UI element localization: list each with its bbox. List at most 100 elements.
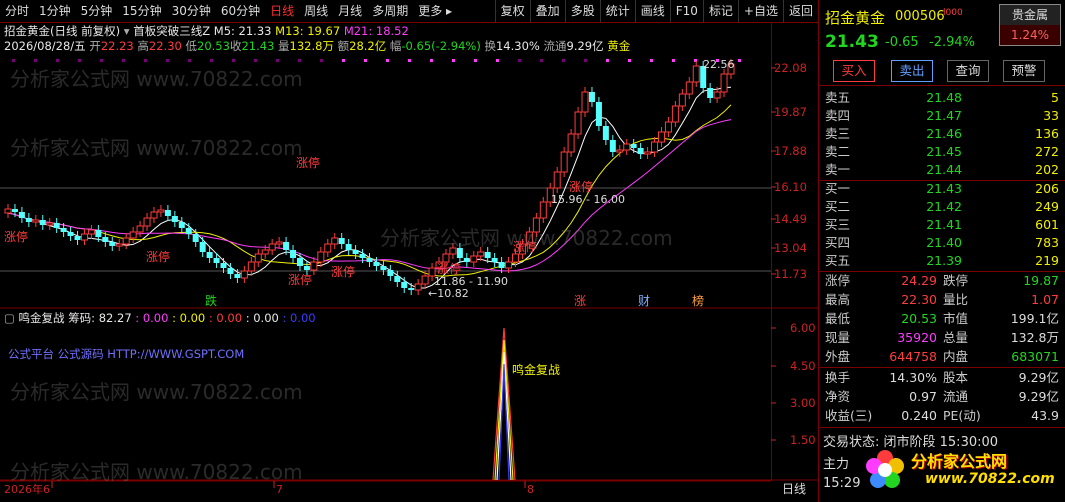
orderbook-row[interactable]: 买四 21.40 783 xyxy=(819,233,1059,252)
tab-1min[interactable]: 1分钟 xyxy=(34,0,76,22)
f10-button[interactable]: F10 xyxy=(669,0,703,22)
zhangting-label: 涨停 xyxy=(513,239,537,254)
candle-body xyxy=(421,275,429,285)
main-force-label[interactable]: 主力 xyxy=(823,453,849,472)
chart-area[interactable]: 22.56 15.96 - 16.00 11.86 - 11.90 ←10.82… xyxy=(0,22,818,502)
candle-body xyxy=(678,93,686,107)
candle-body xyxy=(157,209,165,213)
tab-30min[interactable]: 30分钟 xyxy=(167,0,216,22)
level-label: 卖三 xyxy=(825,126,851,141)
buy-button[interactable]: 买入 xyxy=(833,60,875,82)
candle-body xyxy=(623,143,631,151)
overlay-button[interactable]: 叠加 xyxy=(529,0,565,22)
tab-multi-period[interactable]: 多周期 xyxy=(367,0,413,22)
query-button[interactable]: 查询 xyxy=(947,60,989,82)
orderbook-row[interactable]: 卖四 21.47 33 xyxy=(819,106,1059,125)
orderbook-row[interactable]: 买一 21.43 206 xyxy=(819,179,1059,198)
event-mark-die[interactable]: 跌 xyxy=(205,293,217,308)
sell-button[interactable]: 卖出 xyxy=(891,60,933,82)
dot-marker xyxy=(540,59,543,62)
candle-body xyxy=(581,91,589,113)
tab-monthly[interactable]: 月线 xyxy=(333,0,367,22)
orderbook-row[interactable]: 卖三 21.46 136 xyxy=(819,124,1059,143)
candle-body xyxy=(192,234,199,242)
tab-60min[interactable]: 60分钟 xyxy=(216,0,265,22)
candle-body xyxy=(206,252,213,258)
fuquan-button[interactable]: 复权 xyxy=(494,0,530,22)
orderbook-row[interactable]: 买三 21.41 601 xyxy=(819,215,1059,234)
orderbook-row[interactable]: 买二 21.42 249 xyxy=(819,197,1059,216)
tab-5min[interactable]: 5分钟 xyxy=(76,0,118,22)
stat-label: 收益(三) xyxy=(825,408,873,423)
tab-fenshi[interactable]: 分时 xyxy=(0,0,34,22)
period-label[interactable]: 日线 xyxy=(782,482,806,496)
event-mark-bang[interactable]: 榜 xyxy=(692,293,704,308)
candle-body xyxy=(491,258,498,262)
candle-body xyxy=(171,216,178,222)
alert-button[interactable]: 预警 xyxy=(1003,60,1045,82)
stat-label: 跌停 xyxy=(943,273,969,288)
dot-marker xyxy=(628,59,631,62)
level-volume: 206 xyxy=(1035,181,1059,196)
candle-body xyxy=(414,283,422,291)
tab-weekly[interactable]: 周线 xyxy=(299,0,333,22)
candle-body xyxy=(713,91,721,99)
candle-body xyxy=(199,242,206,252)
candle-body xyxy=(373,262,380,266)
dot-marker xyxy=(496,59,499,62)
level-label: 买一 xyxy=(825,181,851,196)
indicator-tick: 1.50 xyxy=(790,433,816,447)
candle-body xyxy=(254,253,262,263)
price-tick: 17.88 xyxy=(774,144,807,158)
dot-marker xyxy=(298,59,301,62)
candle-body xyxy=(345,244,352,250)
stat-row: 涨停 24.29 跌停 19.87 xyxy=(819,271,1059,290)
sector-tile[interactable]: 贵金属 1.24% xyxy=(999,4,1061,46)
formula-source-text: 公式平台 公式源码 HTTP://WWW.GSPT.COM xyxy=(8,347,245,361)
level-volume: 272 xyxy=(1035,144,1059,159)
candle-body xyxy=(290,250,297,258)
dot-marker xyxy=(474,59,477,62)
stats-button[interactable]: 统计 xyxy=(599,0,635,22)
indicator-tick: 6.00 xyxy=(790,321,816,335)
indicator-name[interactable]: 鸣金复战 xyxy=(19,311,65,325)
candle-body xyxy=(164,210,171,216)
draw-line-button[interactable]: 画线 xyxy=(634,0,670,22)
level-label: 买四 xyxy=(825,235,851,250)
zhangting-label: 涨停 xyxy=(4,229,28,244)
level-volume: 202 xyxy=(1035,162,1059,177)
candle-body xyxy=(664,121,672,133)
stat-value: 683071 xyxy=(1011,349,1059,364)
indicator-box-icon[interactable]: ▢ xyxy=(4,311,15,325)
orderbook-row[interactable]: 卖一 21.44 202 xyxy=(819,160,1059,179)
stat-label: 流通 xyxy=(943,389,969,404)
candlesticks[interactable] xyxy=(4,59,735,295)
stat-label: 净资 xyxy=(825,389,851,404)
candle-body xyxy=(532,217,540,233)
dot-marker xyxy=(254,59,257,62)
candle-body xyxy=(380,266,387,270)
orderbook-row[interactable]: 买五 21.39 219 xyxy=(819,251,1059,270)
candle-body xyxy=(331,237,339,245)
tab-15min[interactable]: 15分钟 xyxy=(117,0,166,22)
mark-button[interactable]: 标记 xyxy=(702,0,738,22)
candle-body xyxy=(95,230,102,237)
add-watchlist-button[interactable]: +自选 xyxy=(737,0,783,22)
orderbook-row[interactable]: 卖二 21.45 272 xyxy=(819,142,1059,161)
event-mark-cai[interactable]: 财 xyxy=(638,294,650,308)
multi-stock-button[interactable]: 多股 xyxy=(564,0,600,22)
back-button[interactable]: 返回 xyxy=(782,0,818,22)
stat-label: 内盘 xyxy=(943,349,969,364)
tab-more[interactable]: 更多 ▸ xyxy=(413,0,457,22)
orderbook-row[interactable]: 卖五 21.48 5 xyxy=(819,88,1059,107)
stat-row: 外盘 644758 内盘 683071 xyxy=(819,347,1059,366)
current-price: 21.43 xyxy=(825,32,879,52)
level-price: 21.46 xyxy=(926,126,962,141)
tab-daily[interactable]: 日线 xyxy=(265,0,299,22)
candle-body xyxy=(707,88,714,98)
candle-body xyxy=(74,236,81,240)
price-change: -0.65 xyxy=(885,35,919,50)
stat-value: 20.53 xyxy=(901,311,937,326)
event-mark-zhang[interactable]: 涨 xyxy=(574,293,586,308)
stat-value: 19.87 xyxy=(1023,273,1059,288)
